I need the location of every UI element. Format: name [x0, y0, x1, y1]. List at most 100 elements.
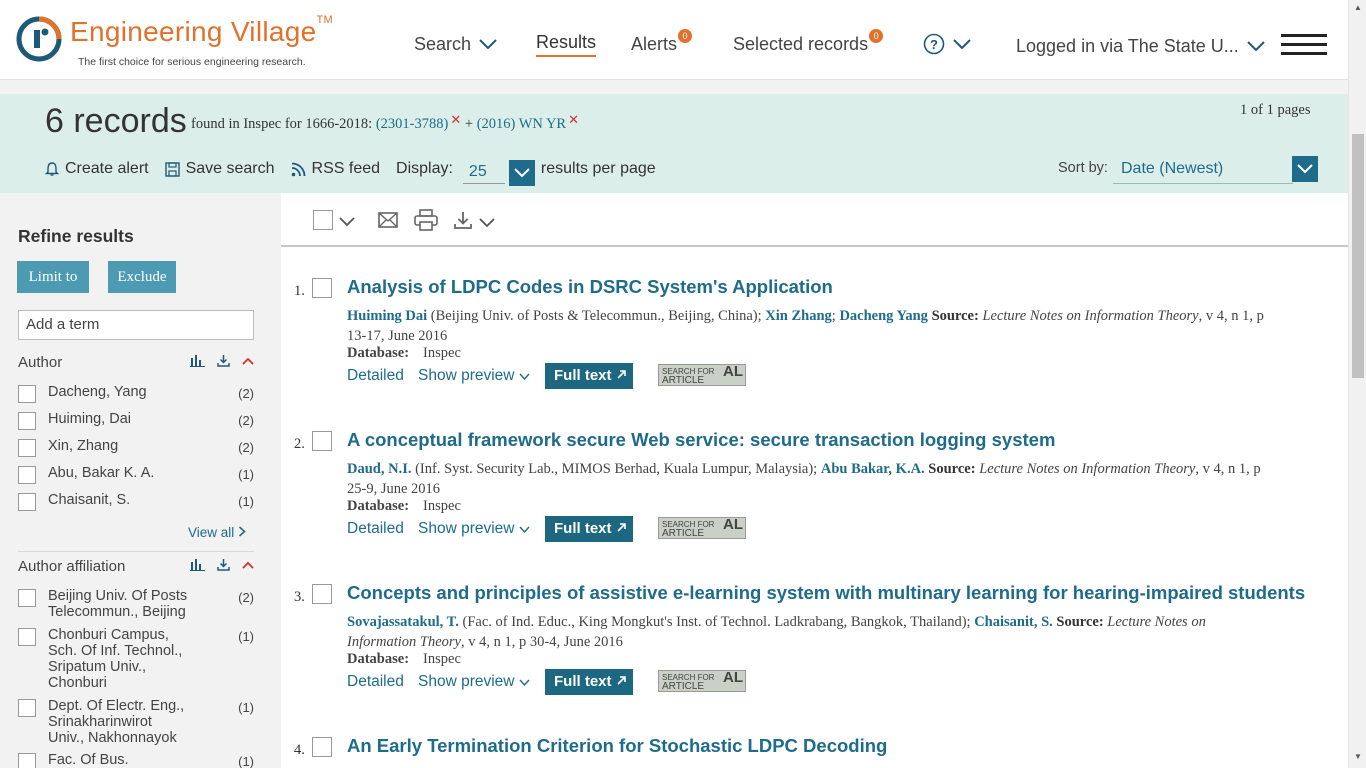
nav-help[interactable]: ? [923, 30, 971, 58]
mail-icon [378, 212, 398, 228]
help-icon: ? [923, 33, 945, 55]
sort-dropdown-button[interactable] [1292, 156, 1318, 182]
chart-icon[interactable] [190, 558, 205, 571]
author-facet-header[interactable]: Author [18, 354, 254, 376]
nav-results[interactable]: Results [536, 30, 597, 58]
checkbox-icon [313, 210, 333, 230]
chevron-up-icon[interactable] [242, 561, 254, 569]
download-button[interactable] [453, 210, 473, 235]
result-title-link[interactable]: Analysis of LDPC Codes in DSRC System's … [347, 276, 833, 298]
results-summary: 6 records found in Inspec for 1666-2018:… [0, 94, 1348, 193]
save-search-button[interactable]: Save search [164, 160, 275, 178]
facet-checkbox[interactable] [18, 699, 36, 717]
display-count-select[interactable]: 25 [462, 161, 505, 184]
query-term-2[interactable]: (2016) WN YR [477, 116, 566, 132]
create-alert-button[interactable]: Create alert [45, 160, 149, 178]
external-link-icon [617, 676, 626, 685]
print-button[interactable] [414, 209, 438, 236]
result-number: 1. [294, 283, 305, 299]
author-link[interactable]: Huiming Dai [347, 308, 427, 324]
result-checkbox[interactable] [312, 278, 332, 298]
chevron-up-icon[interactable] [242, 357, 254, 365]
ev-logo-icon [16, 16, 62, 62]
select-all-checkbox[interactable] [313, 210, 333, 235]
view-all-authors-link[interactable]: View all [188, 525, 246, 540]
facet-checkbox[interactable] [18, 753, 36, 768]
exclude-button[interactable]: Exclude [108, 261, 176, 293]
remove-term-icon[interactable]: ✕ [568, 112, 579, 127]
detailed-link[interactable]: Detailed [347, 367, 404, 385]
chevron-down-icon [479, 39, 497, 49]
result-database: Database: Inspec [347, 498, 461, 514]
brand-tagline: The first choice for serious engineering… [78, 56, 306, 68]
result-title-link[interactable]: A conceptual framework secure Web servic… [347, 429, 1055, 451]
nav-login-status[interactable]: Logged in via The State U... [1016, 32, 1265, 60]
query-term-1[interactable]: (2301-3788) [376, 116, 449, 132]
affiliation-facet-header[interactable]: Author affiliation [18, 558, 254, 580]
author-link[interactable]: Sovajassatakul, T. [347, 614, 459, 630]
detailed-link[interactable]: Detailed [347, 673, 404, 691]
download-options-dropdown[interactable] [479, 215, 495, 233]
facet-checkbox[interactable] [18, 589, 36, 607]
search-for-article-button[interactable]: SEARCH FOR ARTICLE AL [658, 364, 746, 386]
result-checkbox[interactable] [312, 431, 332, 451]
hamburger-menu-icon[interactable] [1281, 34, 1327, 55]
chevron-down-icon [1297, 164, 1313, 174]
author-link[interactable]: Abu Bakar, K.A. [821, 461, 925, 477]
download-icon[interactable] [217, 354, 230, 367]
chevron-down-icon [514, 168, 530, 178]
author-link[interactable]: Daud, N.I. [347, 461, 411, 477]
facet-checkbox[interactable] [18, 412, 36, 430]
author-link[interactable]: Xin Zhang [765, 308, 832, 324]
refine-title: Refine results [18, 226, 134, 246]
author-link[interactable]: Dacheng Yang [839, 308, 928, 324]
refine-sidebar: Refine results Limit to Exclude Add a te… [10, 208, 262, 768]
search-query-summary: found in Inspec for 1666-2018: (2301-378… [191, 112, 580, 132]
email-button[interactable] [378, 212, 398, 233]
result-item: 2. A conceptual framework secure Web ser… [281, 429, 1348, 569]
author-link[interactable]: Chaisanit, S. [974, 614, 1053, 630]
alerts-count-badge: 0 [678, 29, 693, 43]
remove-term-icon[interactable]: ✕ [450, 112, 461, 127]
sort-select[interactable]: Date (Newest) [1113, 156, 1293, 184]
download-icon[interactable] [217, 558, 230, 571]
scroll-down-arrow-icon[interactable]: ▼ [1353, 752, 1363, 761]
facet-checkbox[interactable] [18, 439, 36, 457]
page: Engineering VillageTM The first choice f… [0, 0, 1366, 768]
nav-search[interactable]: Search [414, 30, 497, 58]
show-preview-link[interactable]: Show preview [418, 520, 530, 538]
full-text-button[interactable]: Full text [545, 516, 633, 542]
facet-divider [18, 551, 254, 552]
full-text-button[interactable]: Full text [545, 669, 633, 695]
search-for-article-button[interactable]: SEARCH FOR ARTICLE AL [658, 670, 746, 692]
result-checkbox[interactable] [312, 737, 332, 757]
result-title-link[interactable]: Concepts and principles of assistive e-l… [347, 582, 1305, 604]
chevron-down-icon [519, 373, 530, 381]
result-authors: Huiming Dai (Beijing Univ. of Posts & Te… [347, 308, 1264, 344]
facet-checkbox[interactable] [18, 493, 36, 511]
result-checkbox[interactable] [312, 584, 332, 604]
facet-checkbox[interactable] [18, 628, 36, 646]
show-preview-link[interactable]: Show preview [418, 673, 530, 691]
nav-alerts[interactable]: Alerts 0 [631, 29, 693, 58]
rss-feed-button[interactable]: RSS feed [291, 160, 380, 178]
page-scrollbar[interactable]: ▲ ▼ [1348, 0, 1366, 768]
scroll-up-arrow-icon[interactable]: ▲ [1353, 3, 1363, 12]
chart-icon[interactable] [190, 354, 205, 367]
select-options-dropdown[interactable] [339, 214, 355, 232]
limit-to-button[interactable]: Limit to [17, 261, 89, 293]
search-for-article-button[interactable]: SEARCH FOR ARTICLE AL [658, 517, 746, 539]
results-list: 1. Analysis of LDPC Codes in DSRC System… [281, 193, 1348, 768]
facet-checkbox[interactable] [18, 385, 36, 403]
results-tools: Create alert Save search RSS feed Displa… [45, 156, 656, 186]
scrollbar-thumb[interactable] [1352, 134, 1364, 378]
selected-count-badge: 0 [869, 29, 884, 43]
facet-checkbox[interactable] [18, 466, 36, 484]
detailed-link[interactable]: Detailed [347, 520, 404, 538]
nav-selected-records[interactable]: Selected records 0 [733, 29, 884, 58]
result-title-link[interactable]: An Early Termination Criterion for Stoch… [347, 735, 887, 757]
full-text-button[interactable]: Full text [545, 363, 633, 389]
show-preview-link[interactable]: Show preview [418, 367, 530, 385]
add-term-input[interactable]: Add a term [18, 310, 254, 340]
display-dropdown-button[interactable] [508, 160, 535, 186]
